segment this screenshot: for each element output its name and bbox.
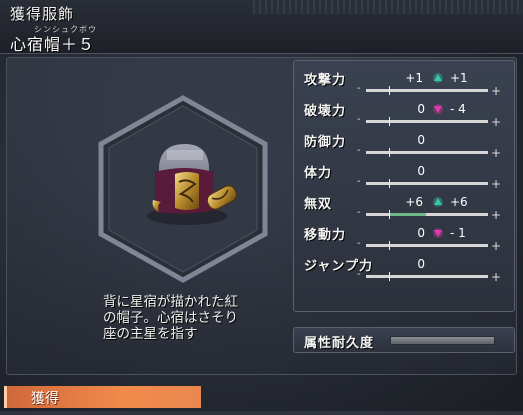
stat-gauge (366, 148, 488, 157)
header-decoration (253, 0, 523, 14)
header-bar: 獲得服飾 シンシュクボウ 心宿帽＋５ (0, 0, 523, 54)
stat-label: 体力 (304, 166, 333, 181)
gauge-plus-mark: + (491, 239, 502, 253)
stat-label: 破壊力 (304, 104, 347, 119)
stat-gauge-fill (389, 213, 426, 216)
increase-arrow-icon (433, 197, 443, 207)
stats-panel: 攻撃力 +1 +1- + 破壊力 0- 4- + 防御力 0- + 体力 0- + 無双 +6 +6- + 移動力… (293, 60, 515, 312)
item-description: 背に星宿が描かれた紅 の帽子。心宿はさそり 座の主星を指す (103, 294, 303, 342)
gauge-center-tick (389, 117, 390, 126)
stat-new-value: - 4 (450, 102, 466, 116)
stat-row: 無双 +6 +6 - + (294, 191, 516, 223)
gauge-minus-mark: - (357, 269, 361, 280)
gauge-plus-mark: + (491, 208, 502, 222)
stat-base-value: 0 (417, 226, 425, 240)
stat-row: 移動力 0 - 1 - + (294, 222, 516, 254)
gauge-minus-mark: - (357, 176, 361, 187)
gauge-minus-mark: - (357, 83, 361, 94)
gauge-minus-mark: - (357, 207, 361, 218)
durability-label: 属性耐久度 (304, 336, 375, 351)
acquire-button[interactable]: 獲得 (4, 386, 201, 408)
stat-base-value: +1 (405, 71, 423, 85)
stat-gauge (366, 179, 488, 188)
increase-arrow-icon (433, 73, 443, 83)
stat-row: ジャンプ力 0 - + (294, 253, 516, 285)
durability-gauge (390, 336, 495, 345)
description-line: 背に星宿が描かれた紅 (103, 294, 238, 310)
stat-label: 無双 (304, 197, 333, 212)
gauge-center-tick (389, 148, 390, 157)
stat-base-value: 0 (417, 257, 425, 271)
bottom-divider (0, 411, 523, 415)
stat-label: 攻撃力 (304, 73, 347, 88)
stat-base-value: 0 (417, 102, 425, 116)
stat-label: 防御力 (304, 135, 347, 150)
gauge-minus-mark: - (357, 114, 361, 125)
game-screen: 獲得服飾 シンシュクボウ 心宿帽＋５ 背に星宿が描かれた紅 の帽子。心宿はさそり… (0, 0, 523, 415)
stat-label: 移動力 (304, 228, 347, 243)
stat-label: ジャンプ力 (304, 259, 373, 274)
gauge-plus-mark: + (491, 177, 502, 191)
stat-base-value: 0 (417, 164, 425, 178)
gauge-plus-mark: + (491, 84, 502, 98)
durability-gauge-fill (391, 337, 494, 344)
description-line: 座の主星を指す (103, 326, 198, 342)
stat-base-value: +6 (405, 195, 423, 209)
stat-new-value: +1 (450, 71, 468, 85)
gauge-plus-mark: + (491, 146, 502, 160)
stat-row: 攻撃力 +1 +1 - + (294, 67, 516, 99)
stat-gauge (366, 241, 488, 250)
stat-gauge (366, 210, 488, 219)
screen-category: 獲得服飾 (10, 5, 75, 23)
stat-gauge (366, 272, 488, 281)
stat-gauge (366, 117, 488, 126)
gauge-center-tick (389, 179, 390, 188)
red-helmet-with-gold-ornament-icon (147, 144, 237, 225)
gauge-center-tick (389, 210, 390, 219)
decrease-arrow-icon (433, 104, 443, 114)
stat-base-value: 0 (417, 133, 425, 147)
gauge-center-tick (389, 241, 390, 250)
gauge-minus-mark: - (357, 145, 361, 156)
gauge-minus-mark: - (357, 238, 361, 249)
stat-gauge (366, 86, 488, 95)
durability-panel: 属性耐久度 (293, 327, 515, 353)
stat-new-value: +6 (450, 195, 468, 209)
item-name: 心宿帽＋５ (10, 35, 96, 54)
decrease-arrow-icon (433, 228, 443, 238)
stat-row: 防御力 0 - + (294, 129, 516, 161)
gauge-center-tick (389, 272, 390, 281)
stat-row: 破壊力 0 - 4 - + (294, 98, 516, 130)
description-line: の帽子。心宿はさそり (103, 310, 238, 326)
gauge-center-tick (389, 86, 390, 95)
gauge-plus-mark: + (491, 115, 502, 129)
gauge-plus-mark: + (491, 270, 502, 284)
stat-new-value: - 1 (450, 226, 466, 240)
acquire-label: 獲得 (31, 391, 59, 407)
stat-row: 体力 0 - + (294, 160, 516, 192)
